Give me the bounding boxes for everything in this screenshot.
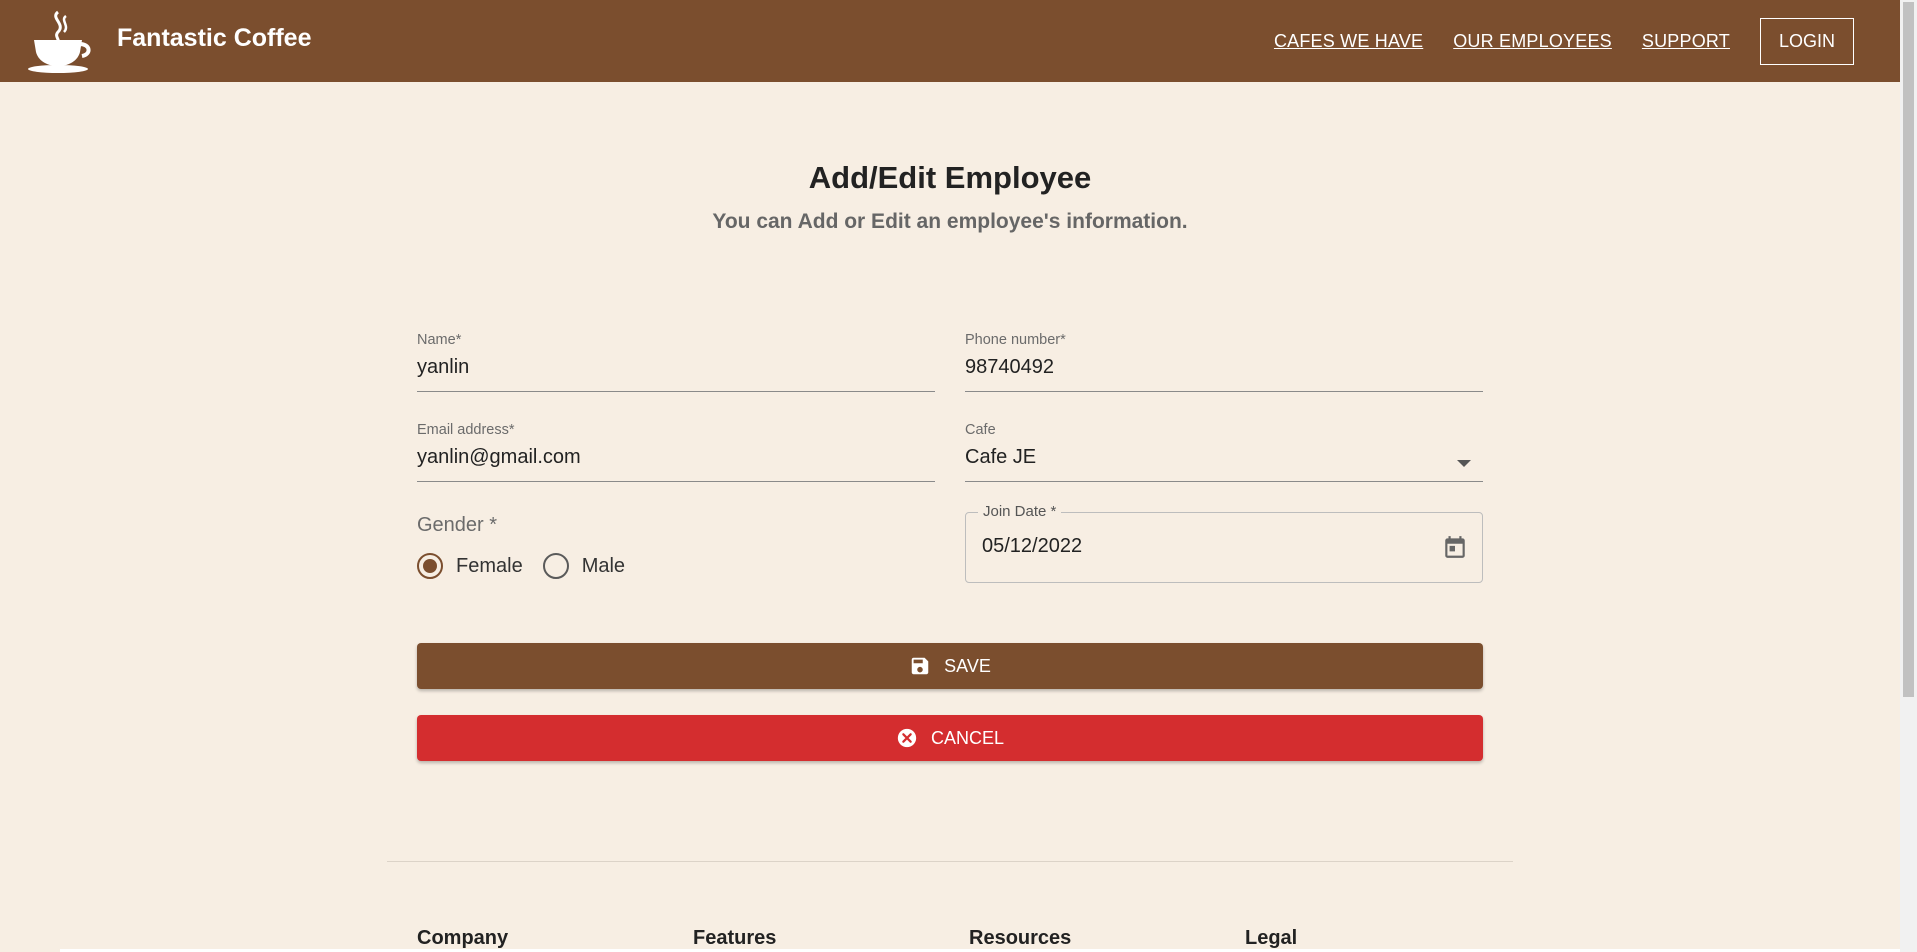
footer-heading-features: Features [693,927,777,949]
gender-radio-group: Female Male [417,553,645,579]
phone-field[interactable]: Phone number* 98740492 [965,332,1483,392]
phone-label: Phone number [965,332,1061,348]
phone-underline [965,391,1483,392]
cafe-select[interactable]: Cafe Cafe JE [965,422,1483,482]
caret-down-icon[interactable] [1457,460,1471,467]
footer-heading-company: Company [417,927,509,949]
name-field[interactable]: Name* yanlin [417,332,935,392]
footer-heading-resources: Resources [969,927,1072,949]
nav-link-employees[interactable]: OUR EMPLOYEES [1453,31,1612,52]
page-subtitle: You can Add or Edit an employee's inform… [712,210,1188,233]
save-button[interactable]: SAVE [417,643,1483,689]
required-mark: * [455,332,462,348]
name-input[interactable]: yanlin [417,356,935,379]
page-title: Add/Edit Employee [808,160,1092,195]
cafe-selected-value[interactable]: Cafe JE [965,446,1483,469]
phone-input[interactable]: 98740492 [965,356,1483,379]
join-date-input[interactable]: 05/12/2022 [982,535,1082,558]
save-button-label: SAVE [944,655,991,676]
coffee-cup-icon[interactable] [28,10,94,74]
floppy-disk-icon [911,657,929,675]
calendar-icon[interactable] [1442,533,1468,561]
gender-label: Gender * [417,514,498,536]
join-date-label: Join Date * [978,503,1062,520]
required-mark: * [508,422,515,438]
email-field[interactable]: Email address* yanlin@gmail.com [417,422,935,482]
name-label: Name [417,332,456,348]
radio-selected-dot [423,559,437,573]
required-mark: * [1060,332,1066,348]
cancel-circle-icon [897,728,917,748]
login-button[interactable]: LOGIN [1759,17,1854,65]
email-label: Email address [417,422,509,438]
cancel-button-label: CANCEL [930,727,1005,748]
radio-male[interactable] [542,553,569,579]
cancel-button[interactable]: CANCEL [417,715,1483,761]
vertical-scrollbar[interactable] [1900,0,1917,952]
brand-name[interactable]: Fantastic Coffee [117,24,311,53]
radio-female[interactable] [417,553,443,579]
cafe-label: Cafe [965,422,996,438]
nav-link-cafes[interactable]: CAFES WE HAVE [1274,31,1423,52]
email-underline [417,481,935,482]
radio-male-label[interactable]: Male [582,555,625,578]
nav-link-support[interactable]: SUPPORT [1642,31,1730,52]
top-navbar: Fantastic Coffee CAFES WE HAVE OUR EMPLO… [0,0,1900,82]
nav-links: CAFES WE HAVE OUR EMPLOYEES SUPPORT LOGI… [1274,0,1900,82]
scrollbar-thumb[interactable] [1903,2,1914,697]
cafe-underline [965,481,1483,482]
footer-divider [387,861,1513,862]
join-date-field[interactable]: Join Date * 05/12/2022 [965,503,1483,583]
name-underline [417,391,935,392]
radio-female-label[interactable]: Female [456,555,523,578]
email-input[interactable]: yanlin@gmail.com [417,446,935,469]
footer-heading-legal: Legal [1245,927,1298,949]
